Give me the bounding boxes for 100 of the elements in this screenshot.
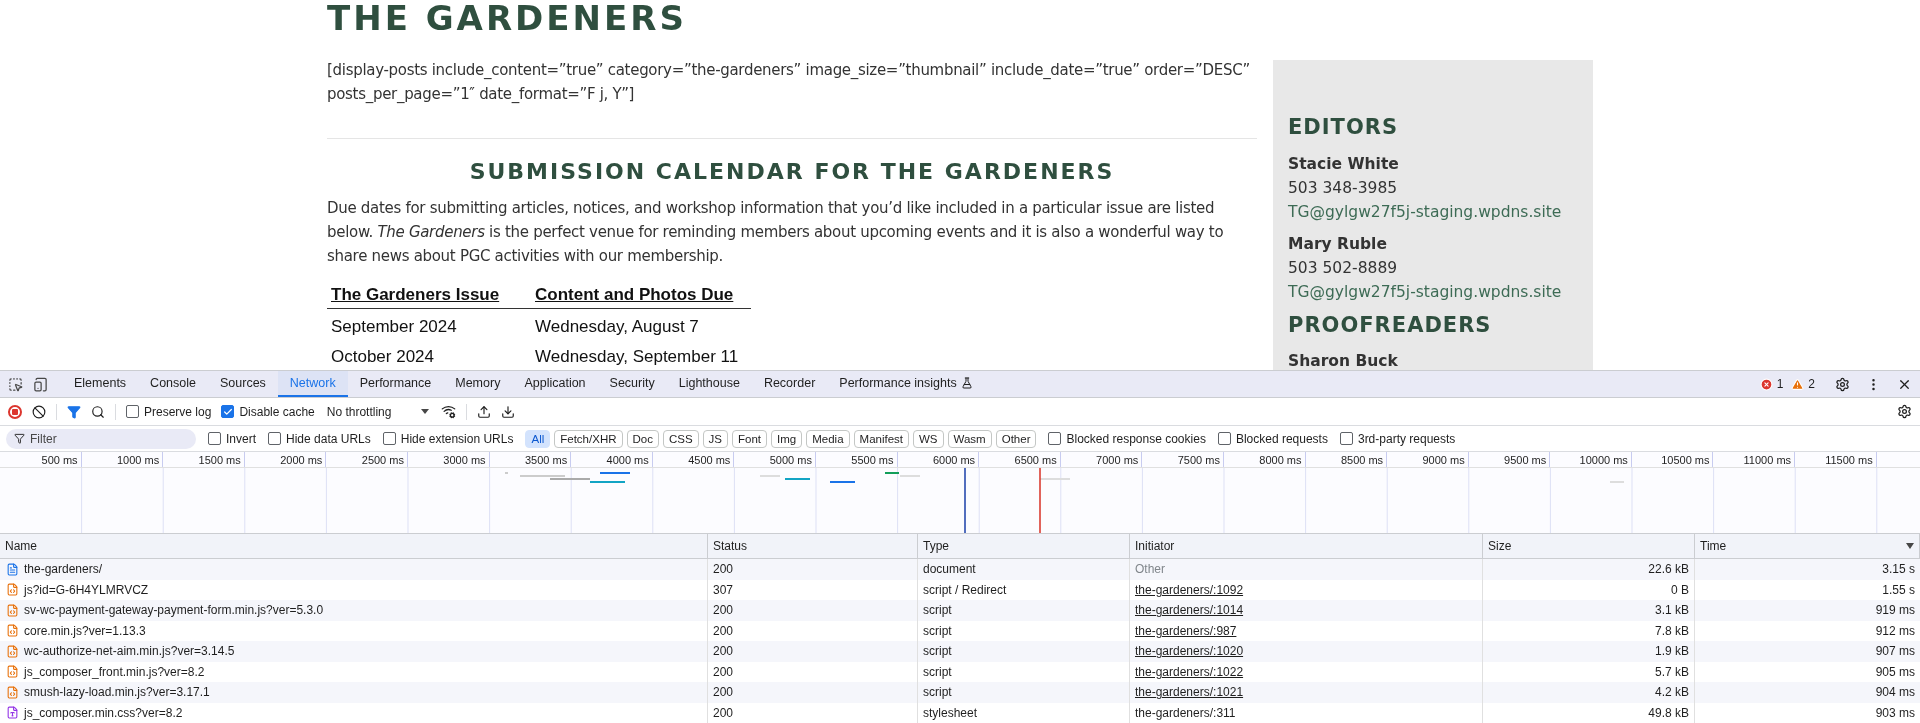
- devtools-tab[interactable]: Application: [512, 371, 598, 397]
- initiator-link[interactable]: the-gardeners/:1021: [1135, 683, 1244, 702]
- column-header[interactable]: Name: [0, 534, 708, 558]
- column-header[interactable]: Time: [1695, 534, 1920, 558]
- checkbox[interactable]: [268, 432, 281, 445]
- status-cell-text: 307: [713, 581, 734, 599]
- time-tick-label: 11500 ms: [1795, 452, 1877, 467]
- initiator-link[interactable]: the-gardeners/:987: [1135, 621, 1237, 640]
- size-cell-text: 49.8 kB: [1648, 704, 1689, 722]
- code-file-icon: [6, 583, 19, 597]
- warning-count[interactable]: 2: [1808, 375, 1815, 393]
- type-filter-chip[interactable]: Doc: [626, 429, 659, 448]
- request-name[interactable]: wc-authorize-net-aim.min.js?ver=3.14.5: [24, 642, 235, 661]
- email-link[interactable]: TG@gylgw27f5j-staging.wpdns.site: [1288, 279, 1578, 304]
- initiator-link[interactable]: the-gardeners/:1014: [1135, 601, 1244, 620]
- time-cell-text: 903 ms: [1875, 704, 1915, 722]
- filter-icon[interactable]: [67, 404, 81, 419]
- checkbox[interactable]: [382, 432, 396, 445]
- request-name[interactable]: js_composer_front.min.js?ver=8.2: [24, 662, 205, 681]
- devtools-tab[interactable]: Security: [597, 371, 667, 397]
- checkbox[interactable]: [221, 405, 235, 418]
- schedule-cell-text: Wednesday, September 11: [534, 346, 740, 368]
- request-name[interactable]: sv-wc-payment-gateway-payment-form.min.js?ver=5.3.0: [24, 601, 324, 620]
- time-cell-text: 905 ms: [1875, 663, 1915, 681]
- type-filter-chip[interactable]: CSS: [662, 429, 699, 448]
- upload-icon[interactable]: [477, 404, 492, 419]
- devtools-tab[interactable]: Lighthouse: [666, 371, 752, 397]
- time-tick-label: 6500 ms: [979, 452, 1061, 467]
- type-filter-chip[interactable]: Fetch/XHR: [554, 429, 623, 448]
- column-header[interactable]: Type: [918, 534, 1130, 558]
- type-filter-chip[interactable]: Media: [806, 429, 850, 448]
- request-name[interactable]: js?id=G-6H4YLMRVCZ: [24, 580, 149, 599]
- checkbox[interactable]: [1048, 432, 1062, 445]
- type-filter-chip[interactable]: Img: [771, 429, 803, 448]
- error-count[interactable]: 1: [1776, 375, 1784, 393]
- type-filter-chip[interactable]: All: [525, 429, 551, 448]
- clear-icon[interactable]: [32, 404, 46, 419]
- sidebar-heading: PROOFREADERS: [1288, 311, 1493, 339]
- type-filter-chip[interactable]: Wasm: [947, 429, 992, 448]
- type-filter-chip[interactable]: JS: [702, 429, 729, 448]
- time-tick-label: 4500 ms: [652, 452, 735, 467]
- inspect-icon[interactable]: [8, 376, 23, 392]
- column-header[interactable]: Size: [1483, 534, 1695, 558]
- size-cell-text: 5.7 kB: [1654, 663, 1689, 681]
- initiator-link[interactable]: the-gardeners/:1092: [1135, 580, 1244, 599]
- size-cell-text: 22.6 kB: [1648, 561, 1689, 579]
- request-name[interactable]: the-gardeners/: [24, 560, 103, 579]
- email-link[interactable]: TG@gylgw27f5j-staging.wpdns.site: [1288, 199, 1578, 224]
- request-name[interactable]: core.min.js?ver=1.13.3: [24, 621, 146, 640]
- devtools-tab[interactable]: Sources: [208, 371, 278, 397]
- devtools-tab[interactable]: Recorder: [751, 371, 828, 397]
- request-name[interactable]: js_composer.min.css?ver=8.2: [24, 703, 183, 722]
- filter-field[interactable]: Filter: [6, 428, 196, 449]
- time-tick-label: 3000 ms: [407, 452, 490, 467]
- page-title: THE GARDENERS: [327, 0, 688, 36]
- type-cell-text: script: [923, 602, 952, 620]
- time-cell-text: 1.55 s: [1882, 581, 1915, 599]
- intro-paragraph: Due dates for submitting articles, notices, and workshop information that you’d like included in a particular issue are listed below. The Gardeners is the perfect venue for reminding members about upcoming events and it is also a wonderful way to share news about PGC activities with our membership.: [327, 198, 1225, 267]
- stylesheet-icon: [6, 706, 19, 720]
- devtools-tab[interactable]: Network: [277, 371, 348, 397]
- initiator-link[interactable]: the-gardeners/:1022: [1135, 662, 1244, 681]
- status-cell-text: 200: [713, 622, 734, 640]
- settings-icon[interactable]: [1897, 404, 1912, 419]
- devtools-tab[interactable]: Performance: [347, 371, 444, 397]
- search-icon[interactable]: [91, 404, 105, 419]
- time-tick-label: 6000 ms: [897, 452, 980, 467]
- type-filter-chip[interactable]: Other: [995, 429, 1037, 448]
- type-filter-chip[interactable]: Manifest: [853, 429, 909, 448]
- devtools-tab[interactable]: Console: [138, 371, 208, 397]
- throttling-dropdown[interactable]: No throttling: [324, 402, 432, 421]
- type-cell-text: document: [923, 561, 976, 579]
- column-header[interactable]: Status: [708, 534, 918, 558]
- type-filter-chip[interactable]: WS: [913, 429, 944, 448]
- time-tick-label: 5500 ms: [815, 452, 898, 467]
- settings-icon[interactable]: [1835, 376, 1850, 392]
- devtools-tab[interactable]: Performance insights: [827, 371, 985, 397]
- checkbox[interactable]: [126, 405, 139, 418]
- checkbox[interactable]: [1217, 432, 1231, 445]
- time-tick-label: 4000 ms: [571, 452, 653, 467]
- stop-recording-icon[interactable]: [8, 404, 22, 419]
- request-name[interactable]: smush-lazy-load.min.js?ver=3.17.1: [24, 683, 210, 702]
- column-header[interactable]: Initiator: [1130, 534, 1483, 558]
- device-toolbar-icon[interactable]: [33, 376, 48, 392]
- download-icon[interactable]: [501, 404, 516, 419]
- time-tick-label: 11000 ms: [1713, 452, 1796, 467]
- initiator-link[interactable]: the-gardeners/:1020: [1135, 642, 1244, 661]
- checkbox[interactable]: [1339, 432, 1353, 445]
- type-filter-chip[interactable]: Font: [732, 429, 768, 448]
- initiator-cell-text: the-gardeners/:311: [1135, 704, 1236, 722]
- checkbox-label: 3rd-party requests: [1357, 430, 1456, 448]
- time-tick-label: 2500 ms: [326, 452, 408, 467]
- time-cell-text: 919 ms: [1875, 602, 1915, 620]
- schedule-cell-text: September 2024: [330, 315, 458, 338]
- time-tick-label: 7000 ms: [1060, 452, 1143, 467]
- initiator-cell-text: Other: [1135, 561, 1165, 579]
- devtools-tab[interactable]: Memory: [443, 371, 513, 397]
- devtools-tab[interactable]: Elements: [62, 371, 139, 397]
- network-conditions-icon[interactable]: [441, 404, 457, 419]
- schedule-header: The Gardeners Issue: [330, 284, 501, 306]
- checkbox[interactable]: [208, 432, 221, 445]
